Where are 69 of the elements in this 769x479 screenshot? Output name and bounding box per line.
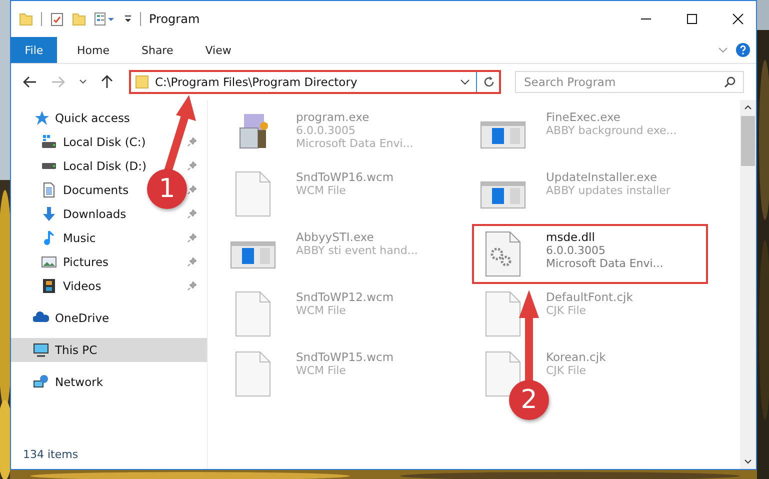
down-arrow-icon (41, 206, 57, 222)
nav-item[interactable]: OneDrive (55, 311, 110, 325)
file-detail: ABBY background exe... (546, 124, 677, 137)
nav-item[interactable]: Music (63, 231, 96, 245)
file-name[interactable]: msde.dll (546, 230, 664, 244)
search-icon[interactable] (724, 76, 736, 88)
help-icon[interactable] (736, 43, 750, 57)
folder-icon (135, 75, 149, 89)
film-icon (41, 278, 57, 294)
nav-item[interactable]: Local Disk (C:) (63, 135, 146, 149)
nav-item[interactable]: Network (55, 375, 104, 389)
maximize-icon[interactable] (686, 13, 698, 25)
scroll-up-icon[interactable] (744, 104, 752, 110)
close-icon[interactable] (732, 13, 744, 25)
drive-icon (41, 161, 57, 171)
file-detail: CJK File (546, 364, 588, 377)
file-detail: Microsoft Data Envi... (296, 137, 414, 150)
address-path: C:\Program Files\Program Directory (155, 75, 358, 89)
document-icon (41, 182, 57, 198)
file-detail: ABBY updates installer (546, 184, 670, 197)
pin-icon[interactable] (187, 257, 197, 267)
back-arrow-icon[interactable] (23, 76, 37, 88)
nav-item[interactable]: Videos (63, 279, 102, 293)
nav-item[interactable]: Documents (63, 183, 129, 197)
chevron-down-icon[interactable] (460, 78, 470, 86)
up-arrow-icon[interactable] (101, 75, 113, 89)
callout-number: 2 (509, 380, 549, 420)
scrollbar-thumb[interactable] (741, 116, 755, 166)
scrollbar[interactable] (740, 100, 756, 469)
file-detail: WCM File (296, 304, 347, 317)
file-detail: WCM File (296, 364, 347, 377)
pin-icon[interactable] (187, 185, 197, 195)
nav-item[interactable]: Local Disk (D:) (63, 159, 147, 173)
ribbon-tab[interactable]: View (193, 37, 244, 63)
monitor-icon (33, 342, 49, 358)
music-note-icon (41, 230, 57, 246)
file-detail: ABBY sti event hand... (296, 244, 418, 257)
checklist-icon[interactable] (50, 12, 64, 26)
ribbon-tab[interactable]: Home (65, 37, 122, 63)
file-detail: WCM File (296, 184, 347, 197)
dropdown-icon[interactable] (124, 14, 132, 24)
star-icon (33, 110, 49, 126)
chevron-down-icon[interactable] (79, 79, 87, 85)
pin-icon[interactable] (187, 137, 197, 147)
file-detail: 6.0.0.3005 (546, 244, 606, 257)
pin-icon[interactable] (187, 281, 197, 291)
pin-icon[interactable] (187, 233, 197, 243)
ribbon-tab[interactable]: Share (129, 37, 186, 63)
nav-item[interactable]: Quick access (55, 111, 130, 125)
nav-item[interactable]: This PC (55, 343, 98, 357)
pin-icon[interactable] (187, 209, 197, 219)
ribbon-tab[interactable]: File (11, 37, 57, 63)
nav-item[interactable]: Downloads (63, 207, 126, 221)
file-detail: Microsoft Data Envi... (546, 257, 664, 270)
refresh-icon[interactable] (483, 76, 495, 88)
globe-monitor-icon (33, 374, 49, 390)
window-title: Program (149, 12, 200, 26)
scroll-down-icon[interactable] (744, 459, 752, 465)
pin-icon[interactable] (187, 161, 197, 171)
picture-icon (41, 254, 57, 270)
callout-number: 1 (147, 169, 187, 209)
file-detail: CJK File (546, 304, 588, 317)
search-field[interactable]: Search Program (515, 71, 744, 93)
item-count: 134 items (22, 448, 80, 463)
address-bar[interactable]: C:\Program Files\Program Directory (129, 70, 501, 94)
nav-item[interactable]: Pictures (63, 255, 109, 269)
drive-icon (41, 134, 57, 150)
file-detail: 6.0.0.3005 (296, 124, 356, 137)
properties-icon[interactable] (94, 12, 116, 26)
